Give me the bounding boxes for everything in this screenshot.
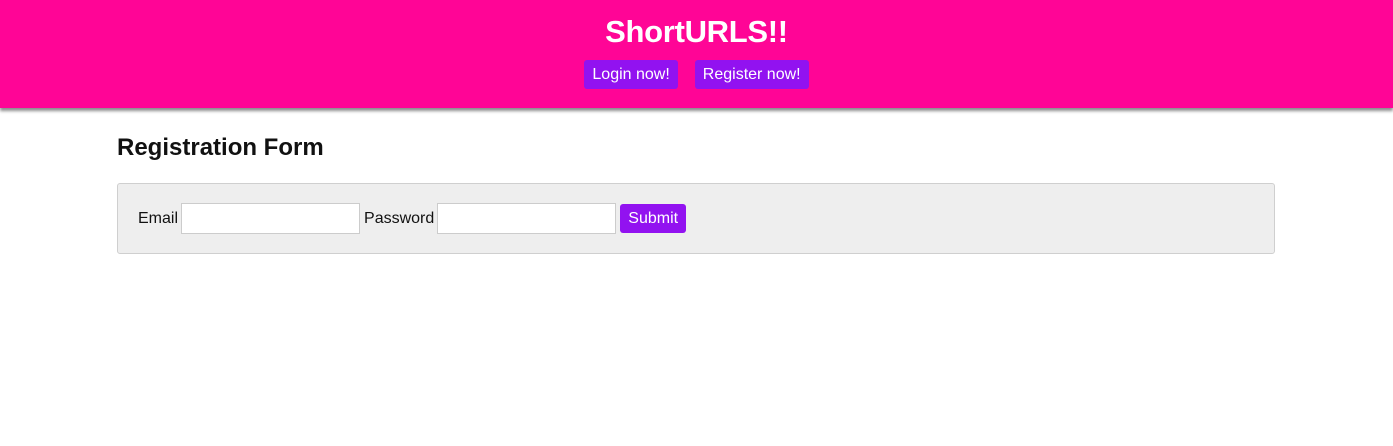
header-nav: Login now! Register now! xyxy=(0,60,1393,89)
registration-form: Email Password Submit xyxy=(117,183,1275,254)
email-field[interactable] xyxy=(181,203,361,234)
password-label: Password xyxy=(364,209,435,227)
page-title: Registration Form xyxy=(117,134,324,161)
password-field[interactable] xyxy=(437,203,617,234)
submit-button[interactable]: Submit xyxy=(620,204,687,233)
main-content: Registration Form Email Password Submit xyxy=(117,130,1277,254)
register-button[interactable]: Register now! xyxy=(694,60,809,89)
login-button[interactable]: Login now! xyxy=(584,60,678,89)
site-header: ShortURLS!! Login now! Register now! xyxy=(0,0,1393,108)
email-label: Email xyxy=(138,209,179,227)
site-title: ShortURLS!! xyxy=(605,14,788,49)
